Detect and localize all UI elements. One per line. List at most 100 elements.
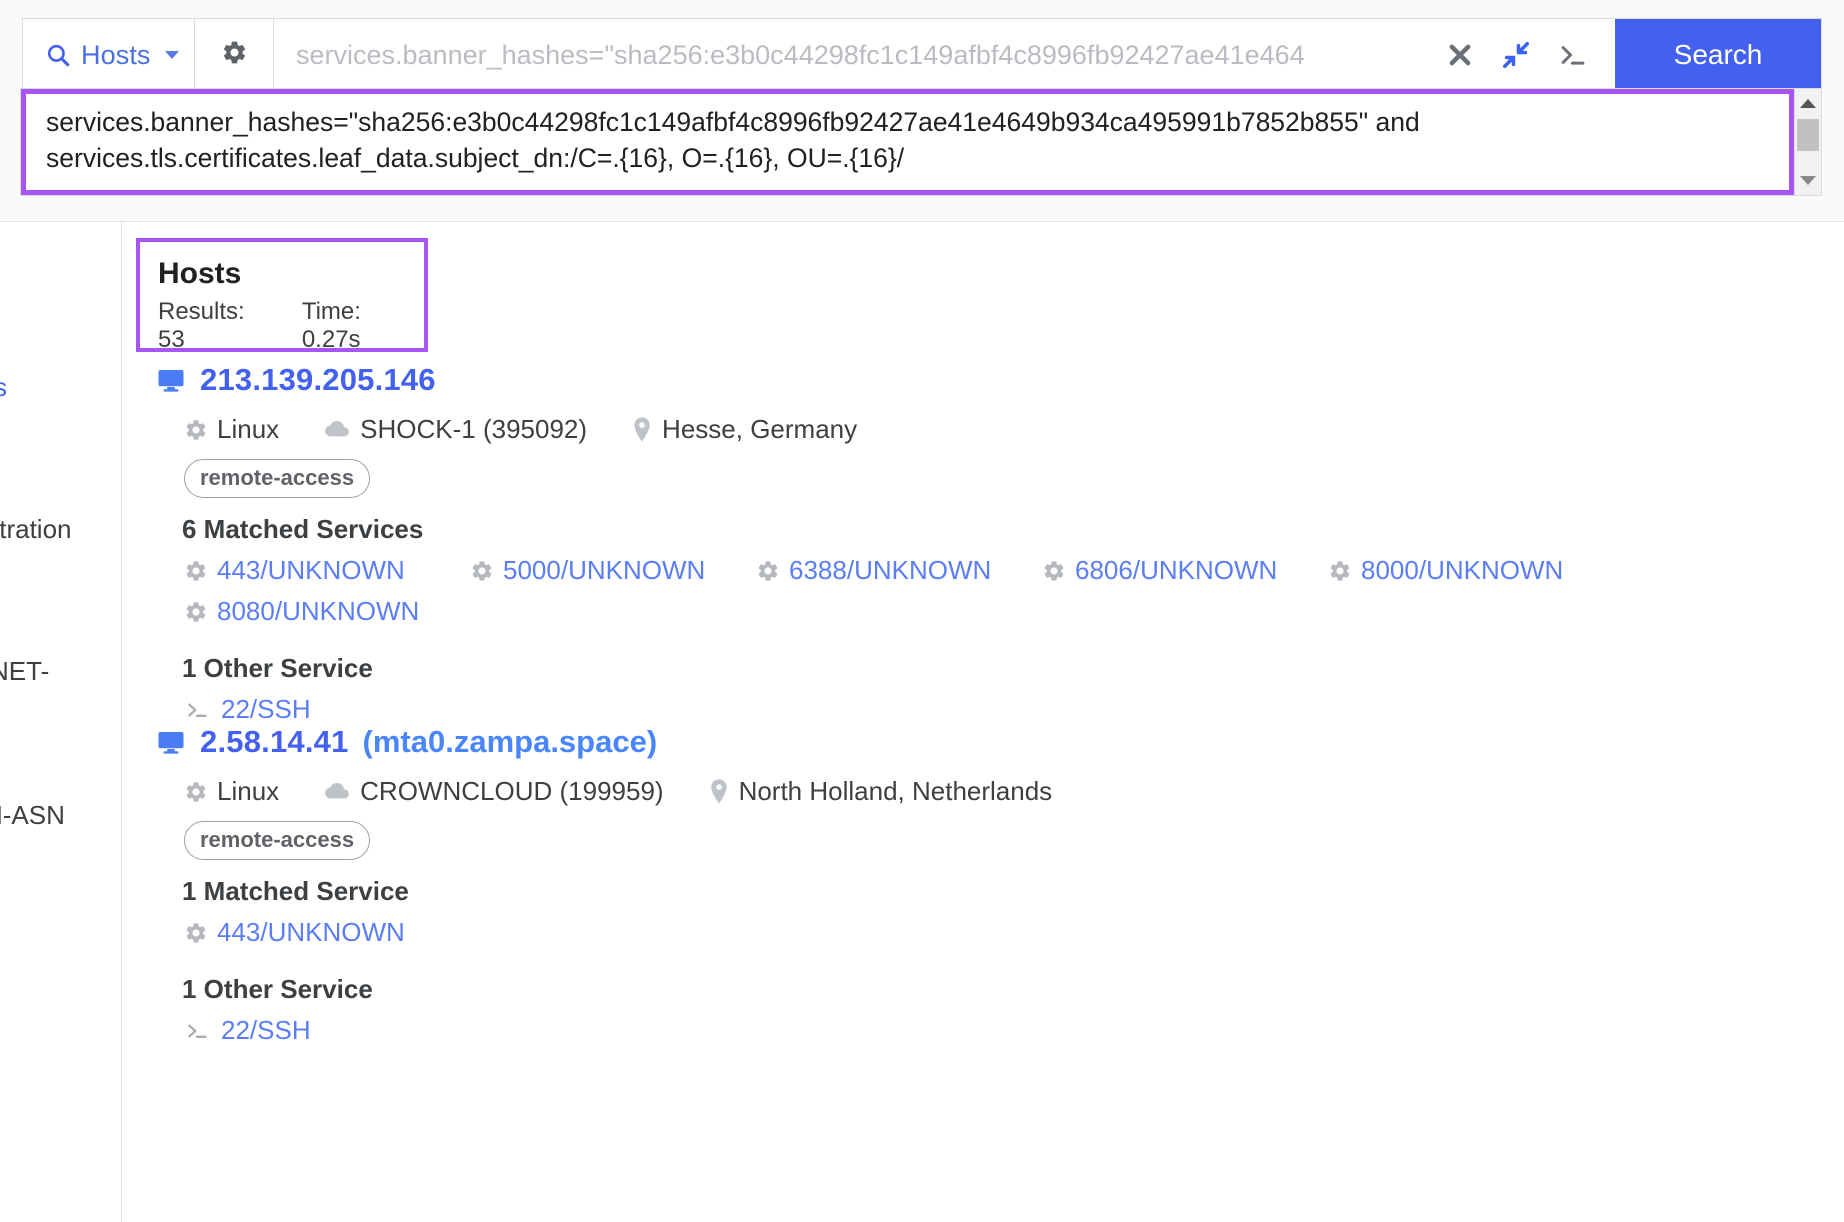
host-asn: CROWNCLOUD (199959) xyxy=(323,776,664,807)
service-label: 5000/UNKNOWN xyxy=(503,555,706,585)
sidebar-fragment-3: N-ASN xyxy=(0,800,65,830)
other-services-heading: 1 Other Service xyxy=(182,974,373,1004)
host-os-label: Linux xyxy=(217,414,280,444)
other-services-heading: 1 Other Service xyxy=(182,653,373,683)
results-summary-card: Hosts Results: 53 Time: 0.27s xyxy=(136,238,428,354)
terminal-prompt-icon[interactable] xyxy=(1557,40,1589,70)
collapse-arrows-icon[interactable] xyxy=(1501,40,1531,70)
matched-service-link[interactable]: 443/UNKNOWN xyxy=(184,555,470,586)
search-query-text: services.banner_hashes="sha256:e3b0c4429… xyxy=(296,39,1305,70)
matched-service-link[interactable]: 5000/UNKNOWN xyxy=(470,555,756,586)
results-summary-title: Hosts xyxy=(158,257,242,290)
gear-icon xyxy=(1042,559,1066,583)
matched-services-list: 443/UNKNOWN xyxy=(184,917,1764,958)
results-summary-meta: Results: 53 Time: 0.27s xyxy=(158,298,424,354)
results-time: Time: 0.27s xyxy=(301,298,361,353)
chevron-down-icon xyxy=(164,51,179,59)
other-service-link[interactable]: 22/SSH xyxy=(184,1015,311,1046)
service-label: 8000/UNKNOWN xyxy=(1361,555,1564,585)
index-selector[interactable]: Hosts xyxy=(23,19,195,91)
host-location-label: Hesse, Germany xyxy=(662,414,858,444)
gear-icon xyxy=(221,39,248,71)
search-query-field[interactable]: services.banner_hashes="sha256:e3b0c4429… xyxy=(274,19,1615,91)
host-location: North Holland, Netherlands xyxy=(708,776,1053,807)
scroll-up-icon[interactable] xyxy=(1800,99,1816,108)
service-label: 6388/UNKNOWN xyxy=(789,555,992,585)
search-button[interactable]: Search xyxy=(1615,19,1821,91)
gear-icon xyxy=(1328,559,1352,583)
matched-services-list: 443/UNKNOWN 5000/UNKNOWN 6388/UNKNOWN 6806/… xyxy=(184,555,1764,637)
close-icon[interactable] xyxy=(1445,40,1475,70)
sidebar-fragment-2: NET- xyxy=(0,656,50,686)
host-asn-label: CROWNCLOUD (199959) xyxy=(360,776,664,806)
gear-icon xyxy=(184,780,208,804)
search-settings-button[interactable] xyxy=(195,19,274,91)
index-selector-label: Hosts xyxy=(81,39,151,70)
host-tag[interactable]: remote-access xyxy=(184,459,371,498)
host-metadata: Linux CROWNCLOUD (199959) North Holland, N… xyxy=(156,776,1764,807)
host-ip: 2.58.14.41 xyxy=(200,724,349,759)
query-editor[interactable]: services.banner_hashes="sha256:e3b0c4429… xyxy=(21,89,1794,195)
host-domain: (mta0.zampa.space) xyxy=(362,724,658,759)
gear-icon xyxy=(184,418,208,442)
service-label: 443/UNKNOWN xyxy=(217,917,405,947)
host-ip: 213.139.205.146 xyxy=(200,362,436,397)
cloud-icon xyxy=(323,416,351,444)
monitor-icon xyxy=(156,365,186,395)
gear-icon xyxy=(184,921,208,945)
search-field-actions xyxy=(1433,40,1615,70)
query-editor-container: services.banner_hashes="sha256:e3b0c4429… xyxy=(20,88,1822,196)
query-line-1: services.banner_hashes="sha256:e3b0c4429… xyxy=(46,107,1420,137)
host-location: Hesse, Germany xyxy=(631,414,857,445)
service-label: 22/SSH xyxy=(221,694,311,724)
search-toolbar: Hosts services.banner_hashes="sha256:e3b… xyxy=(0,0,1844,222)
other-services-list: 22/SSH xyxy=(184,1015,1764,1056)
page-root: Hosts services.banner_hashes="sha256:e3b… xyxy=(0,0,1844,1222)
facet-sidebar: s nistration NET- N-ASN xyxy=(0,222,122,1222)
gear-icon xyxy=(756,559,780,583)
matched-services-heading: 6 Matched Services xyxy=(182,514,424,544)
matched-service-link[interactable]: 8080/UNKNOWN xyxy=(184,596,470,627)
query-editor-scrollbar[interactable] xyxy=(1794,89,1821,195)
host-link[interactable]: 213.139.205.146 xyxy=(156,362,1764,398)
matched-service-link[interactable]: 443/UNKNOWN xyxy=(184,917,470,948)
cloud-icon xyxy=(323,778,351,806)
host-asn-label: SHOCK-1 (395092) xyxy=(360,414,588,444)
host-result: 213.139.205.146 Linux SHOCK-1 (395092) Hess… xyxy=(156,362,1764,735)
other-service-link[interactable]: 22/SSH xyxy=(184,694,311,725)
sidebar-fragment-1: nistration xyxy=(0,514,72,544)
query-line-2: services.tls.certificates.leaf_data.subj… xyxy=(46,143,905,173)
gear-icon xyxy=(470,559,494,583)
service-label: 22/SSH xyxy=(221,1015,311,1045)
host-link[interactable]: 2.58.14.41 (mta0.zampa.space) xyxy=(156,724,1764,760)
host-asn: SHOCK-1 (395092) xyxy=(323,414,587,445)
map-pin-icon xyxy=(631,416,653,444)
host-os: Linux xyxy=(184,776,279,807)
host-result: 2.58.14.41 (mta0.zampa.space) Linux CROWNCL… xyxy=(156,724,1764,1056)
host-metadata: Linux SHOCK-1 (395092) Hesse, Germany xyxy=(156,414,1764,445)
matched-service-link[interactable]: 6806/UNKNOWN xyxy=(1042,555,1328,586)
monitor-icon xyxy=(156,727,186,757)
scroll-down-icon[interactable] xyxy=(1800,176,1816,185)
results-count: Results: 53 xyxy=(158,298,245,353)
service-label: 8080/UNKNOWN xyxy=(217,596,420,626)
matched-services-heading: 1 Matched Service xyxy=(182,876,409,906)
host-os: Linux xyxy=(184,414,279,445)
gear-icon xyxy=(184,559,208,583)
terminal-prompt-icon xyxy=(184,1018,212,1044)
scrollbar-thumb[interactable] xyxy=(1797,119,1819,151)
host-tag[interactable]: remote-access xyxy=(184,821,371,860)
terminal-prompt-icon xyxy=(184,697,212,723)
service-label: 6806/UNKNOWN xyxy=(1075,555,1278,585)
matched-service-link[interactable]: 8000/UNKNOWN xyxy=(1328,555,1614,586)
host-os-label: Linux xyxy=(217,776,280,806)
host-location-label: North Holland, Netherlands xyxy=(738,776,1053,806)
gear-icon xyxy=(184,600,208,624)
results-panel: Hosts Results: 53 Time: 0.27s 213.139.20… xyxy=(122,222,1844,1222)
service-label: 443/UNKNOWN xyxy=(217,555,405,585)
sidebar-fragment-0: s xyxy=(0,372,7,403)
search-icon xyxy=(45,42,71,68)
matched-service-link[interactable]: 6388/UNKNOWN xyxy=(756,555,1042,586)
map-pin-icon xyxy=(708,778,730,806)
search-bar: Hosts services.banner_hashes="sha256:e3b… xyxy=(22,18,1822,92)
